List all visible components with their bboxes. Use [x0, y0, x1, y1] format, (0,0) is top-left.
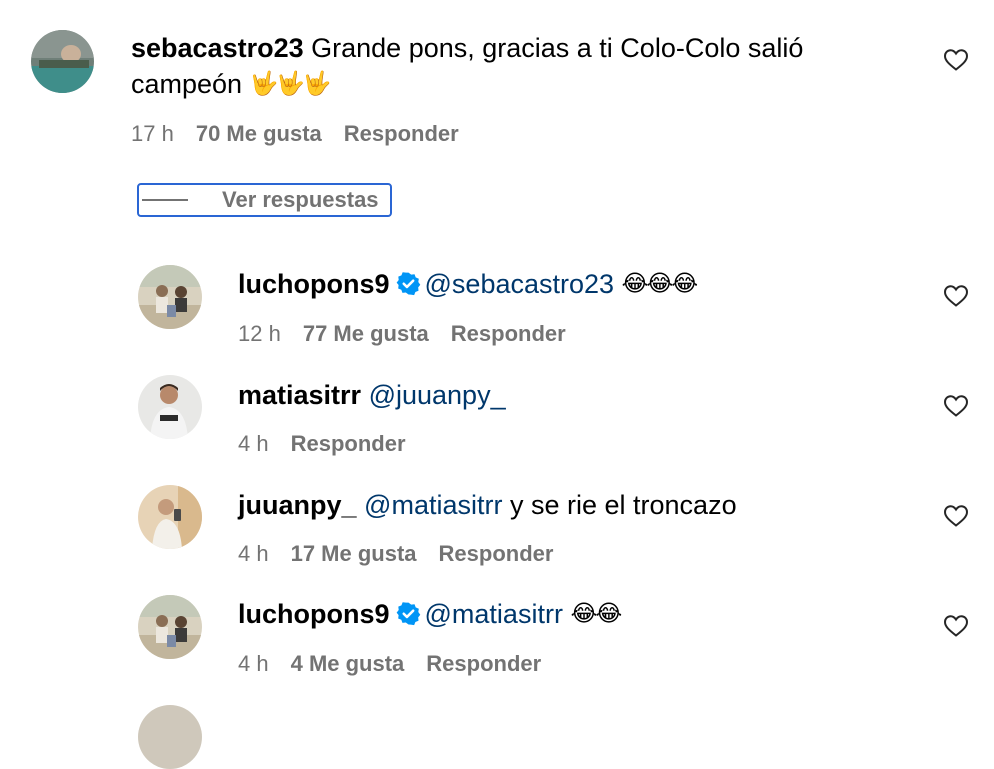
avatar-photo [138, 485, 202, 549]
avatar-next-reply[interactable] [138, 705, 202, 769]
heart-outline-icon[interactable] [943, 394, 969, 418]
avatar-luchopons9[interactable] [138, 265, 202, 329]
username[interactable]: luchopons9 [238, 599, 390, 629]
comment-emojis: 🤟🤟🤟 [249, 71, 332, 97]
comment-text: sebacastro23 Grande pons, gracias a ti C… [131, 30, 803, 66]
comment-text-line2: campeón 🤟🤟🤟 [131, 66, 332, 102]
likes-count[interactable]: 70 Me gusta [196, 121, 322, 146]
heart-outline-icon[interactable] [943, 48, 969, 72]
avatar-matiasitrr[interactable] [138, 375, 202, 439]
reply-text: matiasitrr @juuanpy_ [238, 377, 506, 413]
comment-body-line2: campeón [131, 69, 243, 99]
comment-body: Grande pons, gracias a ti Colo-Colo sali… [311, 33, 804, 63]
mention-link[interactable]: @matiasitrr [364, 490, 502, 520]
verified-badge-icon [396, 602, 420, 626]
username[interactable]: sebacastro23 [131, 33, 304, 63]
comment-meta: 17 h 70 Me gusta Responder [131, 120, 481, 148]
reply-button[interactable]: Responder [439, 541, 554, 566]
timestamp[interactable]: 4 h [238, 541, 269, 566]
replies-divider-line [142, 199, 188, 201]
reply-meta: 12 h 77 Me gusta Responder [238, 320, 588, 348]
avatar-photo [138, 265, 202, 329]
reply-text: luchopons9 @matiasitrr 😂😂 [238, 596, 622, 632]
timestamp[interactable]: 4 h [238, 651, 269, 676]
reply-text: luchopons9 @sebacastro23 😂😂😂 [238, 266, 699, 302]
avatar-juuanpy[interactable] [138, 485, 202, 549]
likes-count[interactable]: 4 Me gusta [291, 651, 405, 676]
reply-text: juuanpy_ @matiasitrr y se rie el troncaz… [238, 487, 737, 523]
timestamp[interactable]: 12 h [238, 321, 281, 346]
avatar-photo [138, 705, 202, 769]
timestamp[interactable]: 17 h [131, 121, 174, 146]
reply-emojis: 😂😂 [570, 601, 622, 627]
reply-button[interactable]: Responder [344, 121, 459, 146]
avatar-photo [31, 30, 94, 93]
reply-meta: 4 h Responder [238, 430, 428, 458]
reply-body: y se rie el troncazo [509, 490, 737, 520]
username[interactable]: matiasitrr [238, 380, 361, 410]
reply-meta: 4 h 4 Me gusta Responder [238, 650, 563, 678]
view-replies-button[interactable]: Ver respuestas [137, 183, 392, 217]
heart-outline-icon[interactable] [943, 284, 969, 308]
avatar-luchopons9[interactable] [138, 595, 202, 659]
avatar-photo [138, 375, 202, 439]
username[interactable]: juuanpy_ [238, 490, 357, 520]
reply-meta: 4 h 17 Me gusta Responder [238, 540, 575, 568]
timestamp[interactable]: 4 h [238, 431, 269, 456]
mention-link[interactable]: @juuanpy_ [369, 380, 506, 410]
verified-badge-icon [396, 272, 420, 296]
reply-button[interactable]: Responder [451, 321, 566, 346]
heart-outline-icon[interactable] [943, 504, 969, 528]
reply-emojis: 😂😂😂 [621, 271, 699, 297]
mention-link[interactable]: @matiasitrr [425, 599, 563, 629]
reply-button[interactable]: Responder [291, 431, 406, 456]
avatar-photo [138, 595, 202, 659]
mention-link[interactable]: @sebacastro23 [425, 269, 615, 299]
heart-outline-icon[interactable] [943, 614, 969, 638]
likes-count[interactable]: 17 Me gusta [291, 541, 417, 566]
view-replies-label: Ver respuestas [222, 187, 379, 212]
reply-button[interactable]: Responder [426, 651, 541, 676]
likes-count[interactable]: 77 Me gusta [303, 321, 429, 346]
avatar-sebacastro23[interactable] [31, 30, 94, 93]
username[interactable]: luchopons9 [238, 269, 390, 299]
